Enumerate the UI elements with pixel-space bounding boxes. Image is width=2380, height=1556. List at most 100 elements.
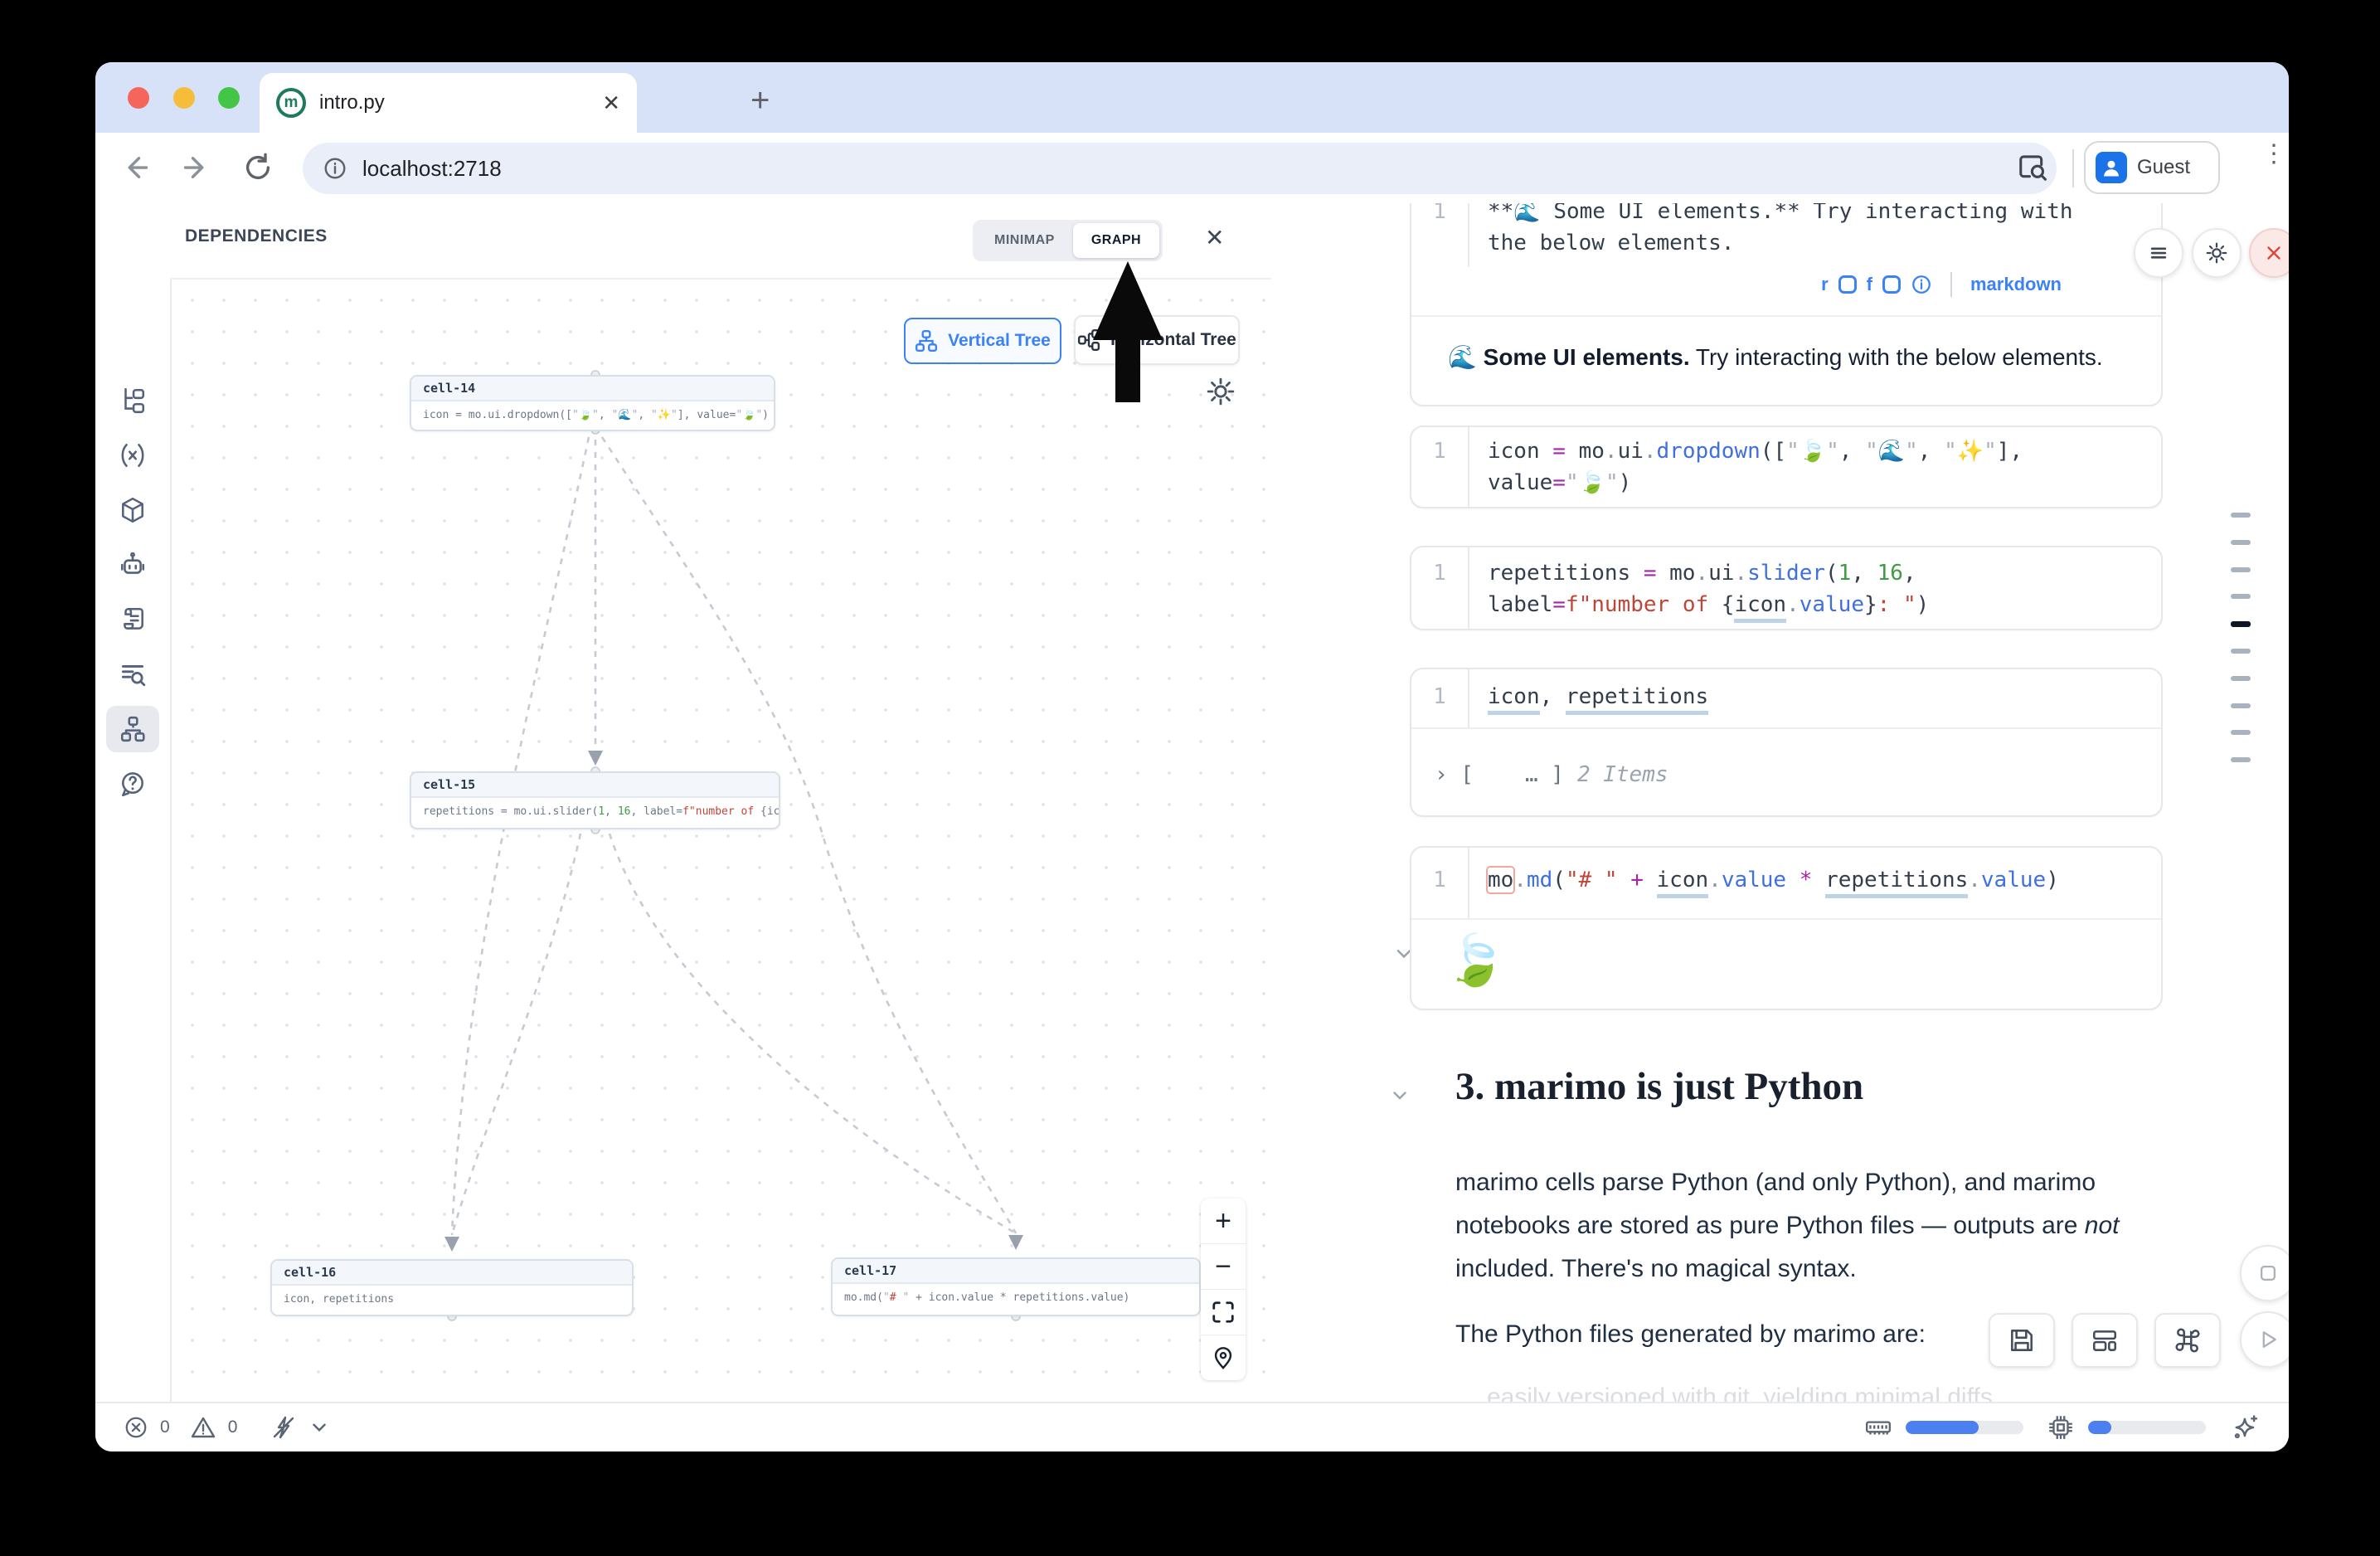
notebook-shutdown-button[interactable] [2249, 228, 2289, 278]
reactive-checkbox-icon[interactable] [1838, 275, 1857, 294]
command-palette-button[interactable] [2154, 1313, 2221, 1368]
minimap-mark[interactable] [2231, 513, 2251, 518]
sidebar-item-help[interactable] [106, 761, 159, 807]
minimap-mark[interactable] [2231, 594, 2251, 599]
footer-divider [1950, 272, 1952, 297]
minimap-mark[interactable] [2231, 567, 2251, 572]
node-code: mo.md("# " + icon.value * repetitions.va… [833, 1284, 1199, 1311]
graph-node-cell-16[interactable]: cell-16 icon, repetitions [270, 1259, 634, 1316]
vertical-tree-icon [915, 329, 938, 353]
minimap-mark[interactable] [2231, 703, 2251, 708]
sidebar-item-ai-assistant[interactable] [106, 542, 159, 588]
tab-close-icon[interactable]: ✕ [602, 92, 620, 114]
errors-icon[interactable] [124, 1415, 148, 1440]
tab-minimap[interactable]: MINIMAP [976, 223, 1073, 258]
zoom-in-button[interactable]: + [1201, 1199, 1246, 1244]
node-code: repetitions = mo.ui.slider(1, 16, label=… [411, 798, 779, 825]
cell-expression[interactable]: 1 icon, repetitions › [… ]2 Items [1410, 668, 2163, 817]
graph-node-cell-15[interactable]: cell-15 repetitions = mo.ui.slider(1, 16… [410, 771, 780, 829]
locate-node-button[interactable] [1201, 1335, 1246, 1380]
graph-canvas[interactable]: Vertical Tree Horizontal Tree cell-14 ic… [170, 278, 1271, 1402]
gear-icon [2204, 241, 2229, 265]
dependencies-header: DEPENDENCIES MINIMAP GRAPH ✕ [170, 203, 1271, 280]
warnings-count: 0 [228, 1417, 238, 1437]
cpu-usage-bar [2088, 1421, 2206, 1434]
leaf-emoji-output: 🍃 [1445, 931, 1507, 990]
markdown-output: 🌊 Some UI elements. Try interacting with… [1448, 343, 2103, 371]
output-emoji: 🌊 [1448, 344, 1484, 370]
fit-view-button[interactable] [1201, 1290, 1246, 1335]
sidebar-item-packages[interactable] [106, 487, 159, 533]
minimap-mark-active[interactable] [2231, 621, 2251, 627]
run-button[interactable] [2240, 1311, 2289, 1368]
panel-close-icon[interactable]: ✕ [1205, 226, 1224, 250]
code-line: the below elements. [1488, 231, 1734, 255]
section-heading: 3. marimo is just Python [1455, 1064, 1863, 1109]
section-chevron-icon[interactable] [1389, 1084, 1411, 1106]
dependencies-panel: DEPENDENCIES MINIMAP GRAPH ✕ [170, 203, 1273, 1402]
back-icon[interactable] [115, 148, 155, 187]
browser-tab[interactable]: m intro.py ✕ [260, 73, 637, 133]
cell-minimap[interactable] [2231, 203, 2251, 1402]
graph-node-cell-14[interactable]: cell-14 icon = mo.ui.dropdown(["🍃", "🌊",… [410, 375, 775, 431]
cell-md-call[interactable]: 1 mo.md("# " + icon.value * repetitions.… [1410, 846, 2163, 1010]
horizontal-tree-button[interactable]: Horizontal Tree [1074, 315, 1240, 365]
paragraph-line: marimo cells parse Python (and only Pyth… [1455, 1161, 2096, 1204]
cell-dropdown[interactable]: 1 icon = mo.ui.dropdown(["🍃", "🌊", "✨"],… [1410, 425, 2163, 508]
notebook-menu-button[interactable] [2134, 228, 2183, 278]
status-bar: 0 0 [95, 1402, 2289, 1451]
clipped-paragraph-line: easily versioned with git, yielding mini… [1487, 1376, 1993, 1402]
save-button[interactable] [1989, 1313, 2055, 1368]
cell-markdown-header[interactable]: 1 **🌊 Some UI elements.** Try interactin… [1410, 203, 2163, 406]
graph-settings-gear-icon[interactable] [1205, 376, 1236, 407]
info-icon[interactable] [1911, 274, 1932, 295]
zoom-out-button[interactable]: − [1201, 1244, 1246, 1290]
code-line: **🌊 Some UI elements.** Try interacting … [1488, 203, 2072, 224]
graph-node-cell-17[interactable]: cell-17 mo.md("# " + icon.value * repeti… [831, 1257, 1201, 1316]
stop-button[interactable] [2240, 1245, 2289, 1301]
minimap-mark[interactable] [2231, 649, 2251, 654]
url-bar[interactable]: localhost:2718 [303, 143, 2057, 194]
traffic-light-zoom[interactable] [218, 87, 240, 109]
sidebar-item-file-tree[interactable] [106, 377, 159, 424]
layout-button[interactable] [2072, 1313, 2138, 1368]
url-text: localhost:2718 [362, 156, 502, 182]
new-tab-button[interactable]: + [750, 84, 770, 117]
browser-menu-icon[interactable]: ⋮ [2261, 148, 2286, 161]
warnings-icon[interactable] [190, 1414, 216, 1441]
reload-icon[interactable] [238, 148, 278, 187]
collapsed-list-output[interactable]: › [… ]2 Items [1435, 762, 1668, 787]
minimap-mark[interactable] [2231, 757, 2251, 762]
forward-icon[interactable] [177, 148, 216, 187]
tab-graph[interactable]: GRAPH [1073, 223, 1159, 258]
errors-count: 0 [160, 1417, 170, 1437]
sidebar-item-search-list[interactable] [106, 651, 159, 698]
minimap-mark[interactable] [2231, 730, 2251, 735]
site-info-icon[interactable] [323, 156, 347, 181]
minimap-mark[interactable] [2231, 676, 2251, 681]
line-number: 1 [1411, 439, 1468, 464]
cell-output-divider [1411, 315, 2161, 317]
sidebar-item-variables[interactable] [106, 432, 159, 479]
autorun-disabled-icon[interactable] [270, 1414, 297, 1441]
profile-button[interactable]: Guest [2084, 141, 2220, 194]
traffic-light-close[interactable] [128, 87, 149, 109]
code-line: icon = mo.ui.dropdown(["🍃", "🌊", "✨"], [1488, 439, 2023, 464]
fstring-toggle-label: f [1867, 274, 1872, 295]
ai-sparkle-icon[interactable] [2231, 1413, 2261, 1442]
save-icon [2008, 1326, 2036, 1354]
list-count-label: 2 Items [1577, 762, 1668, 787]
browser-toolbar: localhost:2718 Guest ⋮ [95, 133, 2289, 203]
traffic-light-minimize[interactable] [173, 87, 195, 109]
sidebar-item-dependency-graph[interactable] [106, 706, 159, 752]
toolbar-separator [2072, 149, 2074, 187]
chevron-down-icon[interactable] [308, 1417, 330, 1438]
line-number: 1 [1411, 684, 1468, 709]
minimap-mark[interactable] [2231, 540, 2251, 545]
fstring-checkbox-icon[interactable] [1882, 275, 1901, 294]
node-title: cell-14 [411, 377, 774, 401]
cell-slider[interactable]: 1 repetitions = mo.ui.slider(1, 16, labe… [1410, 546, 2163, 630]
sidebar-item-scratchpad[interactable] [106, 596, 159, 643]
vertical-tree-button[interactable]: Vertical Tree [904, 318, 1061, 364]
tab-search-icon[interactable] [2013, 148, 2052, 187]
